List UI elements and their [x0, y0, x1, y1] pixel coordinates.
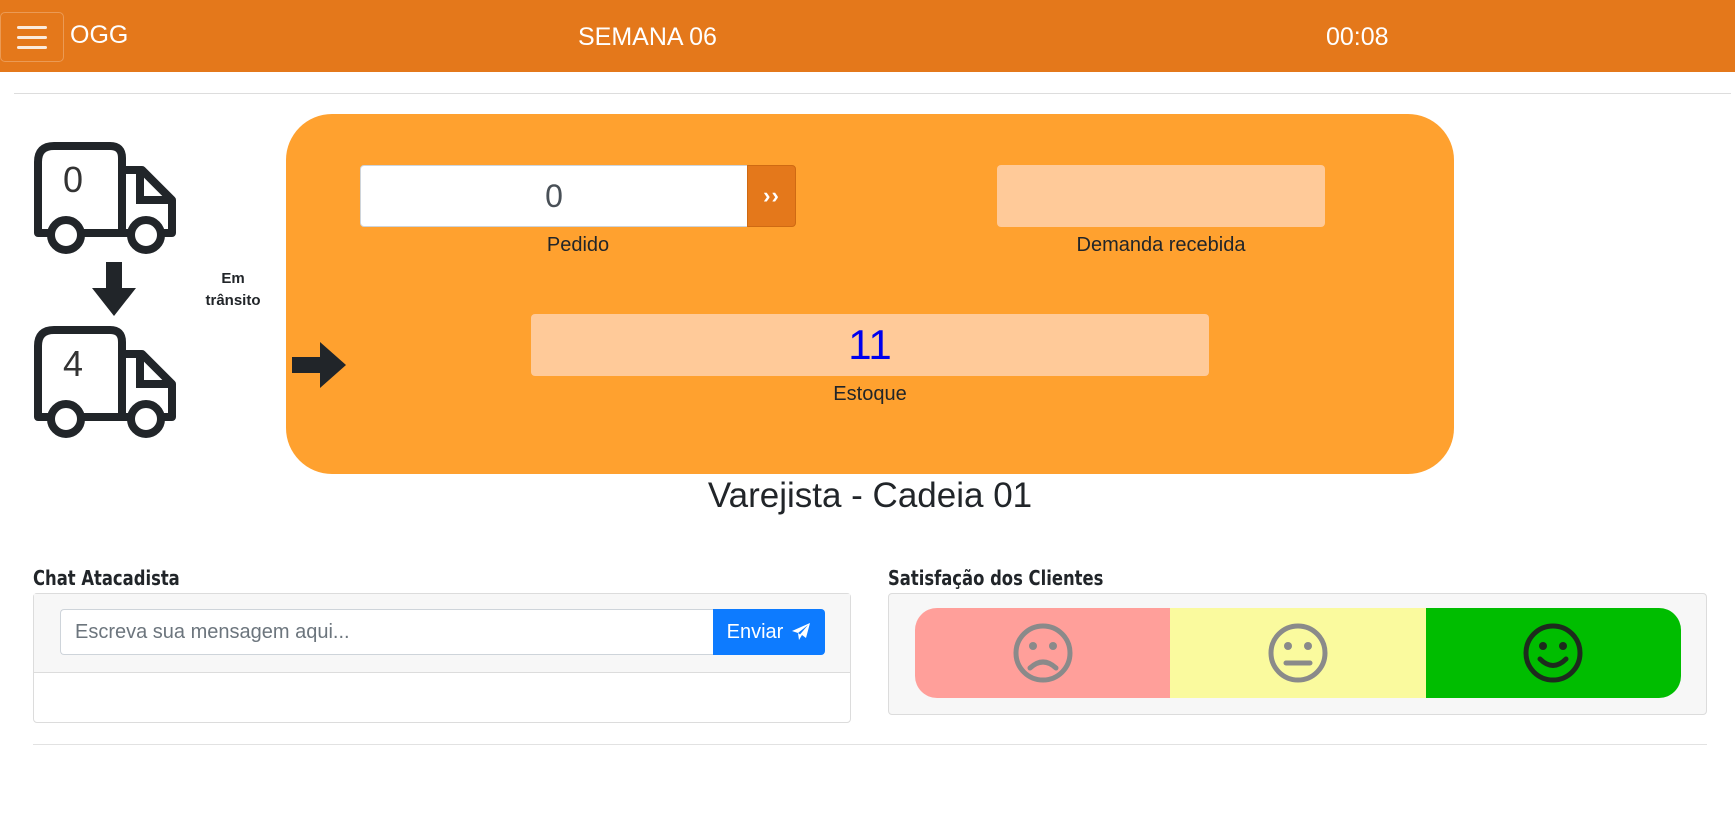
stock-field: 11: [531, 314, 1209, 376]
chat-send-button[interactable]: Enviar: [713, 609, 825, 655]
top-navbar: OGG SEMANA 06 00:08: [0, 0, 1735, 72]
in-transit-label: Em trânsito: [196, 268, 270, 312]
week-indicator: SEMANA 06: [578, 23, 717, 51]
happy-face-icon: [1523, 623, 1583, 683]
order-label: Pedido: [546, 234, 610, 256]
order-input[interactable]: [360, 165, 748, 227]
in-transit-label-line1: Em: [221, 270, 245, 287]
satisfaction-title: Satisfação dos Clientes: [888, 566, 1104, 590]
chat-panel: Enviar: [33, 593, 851, 723]
received-demand-label: Demanda recebida: [1076, 234, 1246, 256]
neutral-face-icon: [1268, 623, 1328, 683]
chat-input-area: Enviar: [34, 594, 850, 673]
satisfaction-level-happy[interactable]: [1425, 608, 1681, 698]
send-order-button[interactable]: ››: [747, 165, 796, 227]
hamburger-menu-icon[interactable]: [0, 12, 64, 62]
truck-top-count: 0: [62, 159, 84, 200]
footer-divider: [33, 744, 1707, 745]
satisfaction-level-sad[interactable]: [915, 608, 1171, 698]
app-brand[interactable]: OGG: [70, 20, 128, 50]
sad-face-icon: [1013, 623, 1073, 683]
satisfaction-level-neutral[interactable]: [1170, 608, 1426, 698]
satisfaction-bar: [915, 608, 1681, 698]
arrow-right-icon: [292, 340, 348, 395]
in-transit-label-line2: trânsito: [205, 292, 261, 309]
station-title: Varejista - Cadeia 01: [707, 476, 1033, 515]
truck-incoming-bottom: 4: [32, 324, 186, 440]
arrow-down-icon: [90, 262, 138, 323]
truck-bottom-count: 4: [62, 343, 84, 384]
chat-message-input[interactable]: [60, 609, 714, 655]
stock-label: Estoque: [833, 383, 907, 405]
truck-incoming-top: 0: [32, 140, 186, 256]
round-timer: 00:08: [1326, 23, 1389, 51]
paper-plane-icon: [792, 623, 811, 640]
chat-title: Chat Atacadista: [33, 566, 180, 590]
satisfaction-panel: [888, 593, 1707, 715]
double-chevron-right-icon: ››: [763, 183, 780, 208]
header-divider: [14, 93, 1731, 94]
chat-send-label: Enviar: [726, 620, 784, 643]
received-demand-field: [997, 165, 1325, 227]
